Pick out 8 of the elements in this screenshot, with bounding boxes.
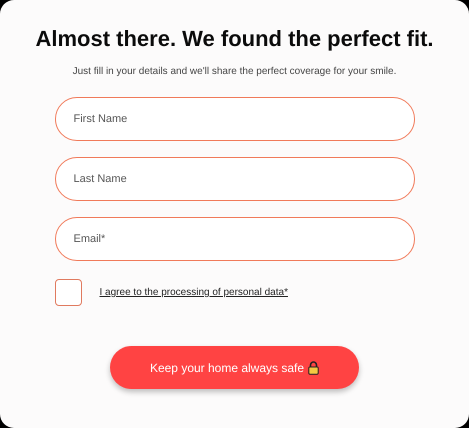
lock-icon (308, 360, 320, 374)
consent-checkbox[interactable] (54, 279, 82, 306)
consent-link[interactable]: I agree to the processing of personal data* (100, 287, 288, 298)
input-field[interactable]: Last Name (54, 157, 414, 201)
input-field[interactable]: First Name (54, 97, 414, 141)
form-title: Almost there. We found the perfect fit. (35, 26, 434, 52)
form-subtitle: Just fill in your details and we'll share the perfect coverage for your smile. (72, 66, 396, 77)
input-field[interactable]: Email* (54, 217, 414, 261)
